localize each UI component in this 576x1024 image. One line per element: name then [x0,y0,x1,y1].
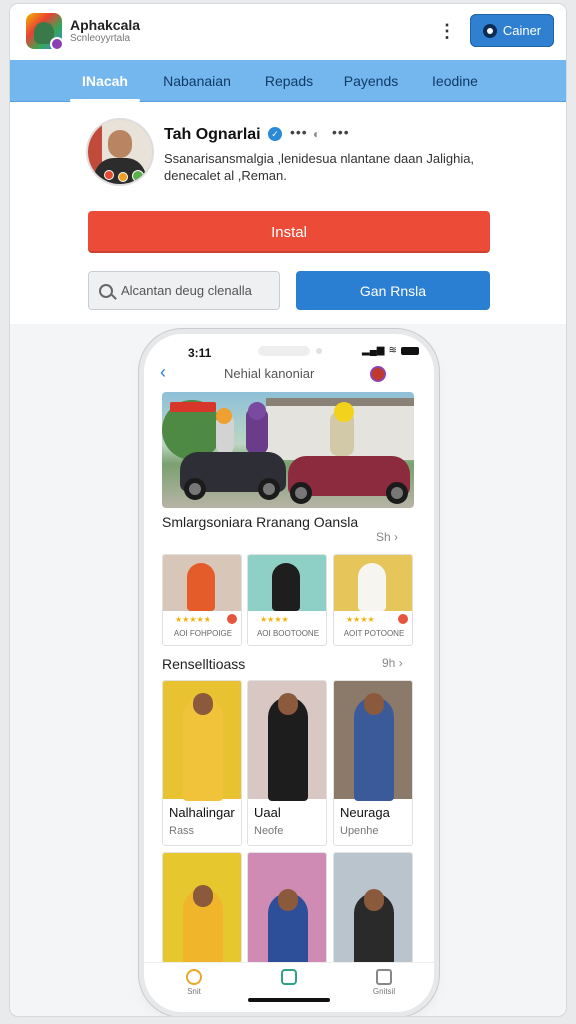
more-options-icon[interactable]: ⋮ [438,20,456,42]
search-icon [99,283,113,298]
card-photo [163,555,241,611]
app-name: Aphakcala [70,17,141,33]
home-icon [186,969,202,985]
card-photo [334,853,412,963]
profile-description: Ssanarisansmalgia ,lenidesua nlantane da… [164,151,475,183]
tab-nabanaian[interactable]: Nabanaian [152,60,242,102]
card-photo [248,853,326,963]
search-placeholder: Alcantan deug clenalla [121,283,252,298]
phone-tab-label: Gnitsil [372,987,396,996]
profile-avatar[interactable] [88,120,152,184]
tab-payends[interactable]: Payends [336,60,406,102]
back-arrow-icon[interactable]: ‹ [160,362,166,383]
verified-icon: ✓ [268,127,282,141]
profile-name: Tah Ognarlai [164,126,261,143]
phone-tab-profile[interactable]: Gnitsil [364,969,404,1005]
home-indicator [248,998,330,1002]
favorite-icon[interactable] [227,614,237,624]
signal-icon: ▂▄▆ [362,345,385,356]
card-subtitle: Upenhe [340,825,379,837]
section-title-2: Renselltioass [162,656,246,672]
app-logo-icon [26,13,64,51]
rating-stars: ★★★★★ [175,615,211,624]
action-icon [482,23,497,38]
app-header: Aphakcala Scnleoyyrtala ⋮ Cainer [10,4,566,60]
card-subtitle: Neofe [254,825,284,837]
battery-icon [400,346,419,355]
card-photo [248,555,326,611]
status-icons: ▂▄▆ ≋ [362,345,419,356]
tab-inacah[interactable]: INacah [70,60,140,102]
secondary-button[interactable]: Gan Rnsla [296,271,490,310]
section-title: Smlargsoniara Rranang Oansla [162,514,359,530]
app-subtitle: Scnleoyyrtala [70,33,131,44]
featured-row: ★★★★★ AOI FOHPOIGE ★★★★ AOI BOOTOONE ★★★… [162,554,414,646]
card-name: Nalhalingar [169,805,235,820]
phone-screen-title: Nehial kanoniar [224,366,315,381]
phone-avatar[interactable] [370,366,386,382]
tab-repads[interactable]: Repads [254,60,324,102]
phone-notch [258,346,310,356]
phone-tab-label: Snit [187,987,201,996]
grid-card[interactable]: Neuraga Upenhe [333,680,413,846]
card-caption: AOI BOOTOONE [256,629,320,638]
phone-tab-home[interactable]: Snit [174,969,214,1005]
search-input[interactable]: Alcantan deug clenalla [88,271,280,310]
rating-stars: ★★★★ [260,615,289,624]
camera-dot [316,348,322,354]
header-action-label: Cainer [502,23,542,38]
profile-more-dots-2[interactable]: ••• [332,124,350,140]
card-photo [248,681,326,801]
card-name: Uaal [254,805,281,820]
card-caption: AOIT POTOONE [343,629,405,638]
section-see-more[interactable]: Sh › [376,530,398,544]
card-photo [334,681,412,801]
card-photo [163,853,241,963]
phone-tab-bar: Snit Gnitsil [144,962,434,1012]
grid-card[interactable] [162,852,242,964]
bookmark-icon [281,969,297,985]
section-see-more-2[interactable]: 9h › [382,656,403,670]
shield-icon: ◐ [313,127,321,141]
profile-more-dots[interactable]: ••• [290,124,308,140]
header-action-button[interactable]: Cainer [470,14,554,47]
section-more-label-2: 9h [382,656,396,670]
hero-image[interactable] [162,392,414,508]
card-subtitle: Rass [169,825,195,837]
app-window: Aphakcala Scnleoyyrtala ⋮ Cainer INacah … [10,4,566,1016]
featured-card[interactable]: ★★★★★ AOI FOHPOIGE [162,554,242,646]
card-name: Neuraga [340,805,390,820]
share-icon [376,969,392,985]
favorite-icon[interactable] [398,614,408,624]
grid-card[interactable]: Uaal Neofe [247,680,327,846]
status-time: 3:11 [188,346,212,360]
featured-card[interactable]: ★★★★ AOI BOOTOONE [247,554,327,646]
tab-bar: INacah Nabanaian Repads Payends Ieodine [10,60,566,102]
install-button[interactable]: Instal [88,211,490,253]
card-caption: AOI FOHPOIGE [173,629,233,638]
rating-stars: ★★★★ [346,615,375,624]
grid-card[interactable] [333,852,413,964]
grid-card[interactable]: Nalhalingar Rass [162,680,242,846]
grid-card[interactable] [247,852,327,964]
wifi-icon: ≋ [388,345,397,356]
profile-section: Tah Ognarlai ✓ ••• ◐ ••• Ssanarisansmalg… [10,102,566,324]
card-photo [163,681,241,801]
featured-card[interactable]: ★★★★ AOIT POTOONE [333,554,413,646]
tab-ieodine[interactable]: Ieodine [420,60,490,102]
card-photo [334,555,412,611]
phone-preview: 3:11 ▂▄▆ ≋ ‹ Nehial kanoniar Smlargsonia… [144,334,434,1012]
section-more-label: Sh [376,530,391,544]
